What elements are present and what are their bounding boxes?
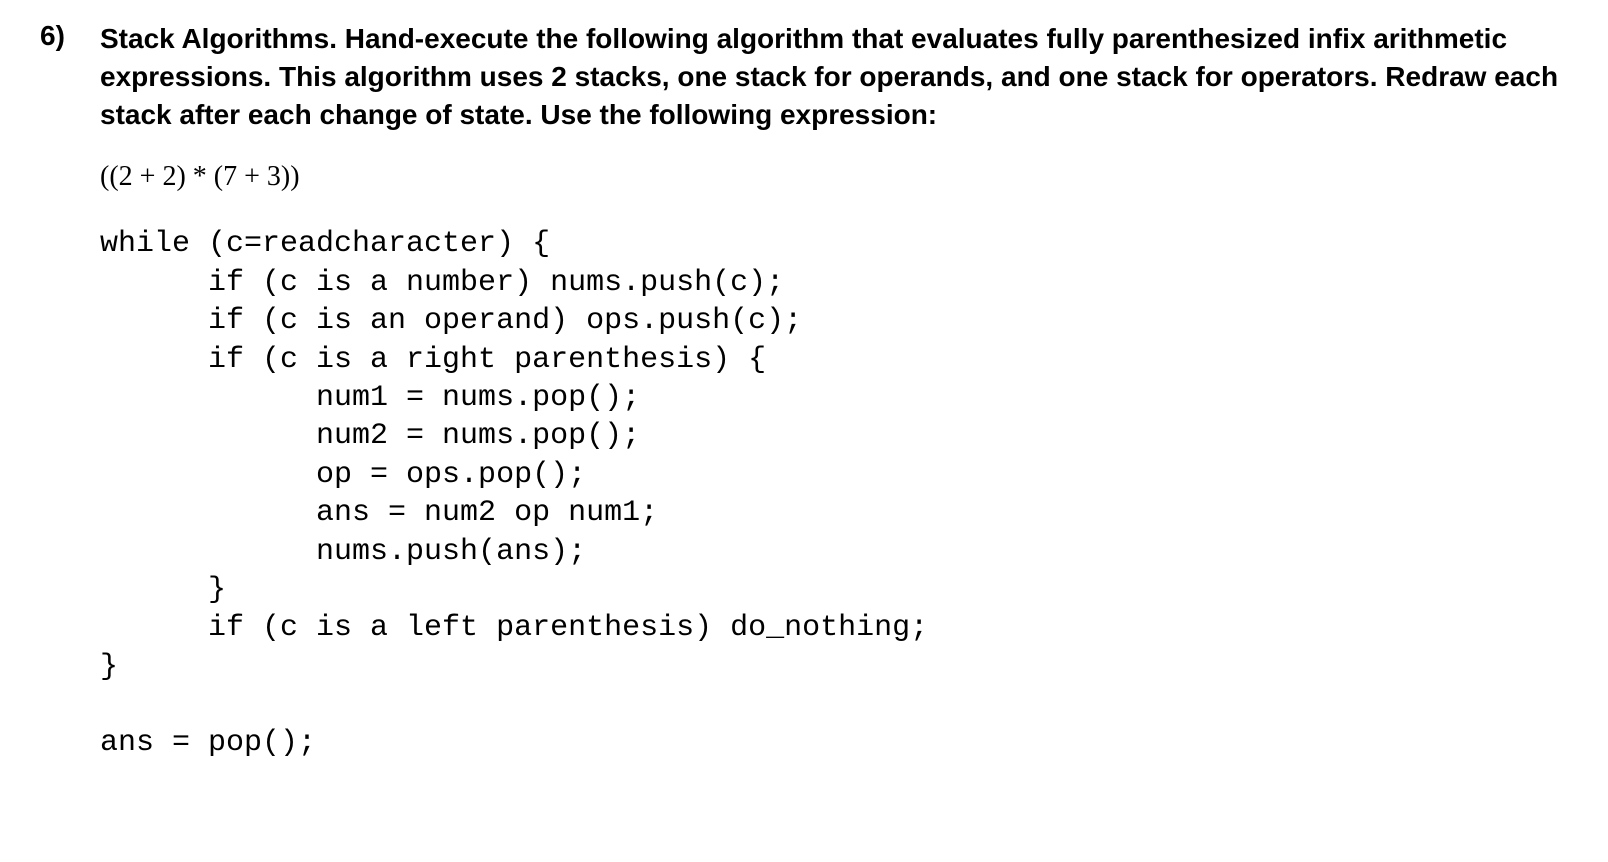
question-header: 6) Stack Algorithms. Hand-execute the fo… — [40, 20, 1568, 133]
question-number: 6) — [40, 20, 80, 52]
expression-text: ((2 + 2) * (7 + 3)) — [100, 161, 1568, 193]
question-text: Stack Algorithms. Hand-execute the follo… — [100, 20, 1568, 133]
code-block: while (c=readcharacter) { if (c is a num… — [100, 225, 1568, 762]
